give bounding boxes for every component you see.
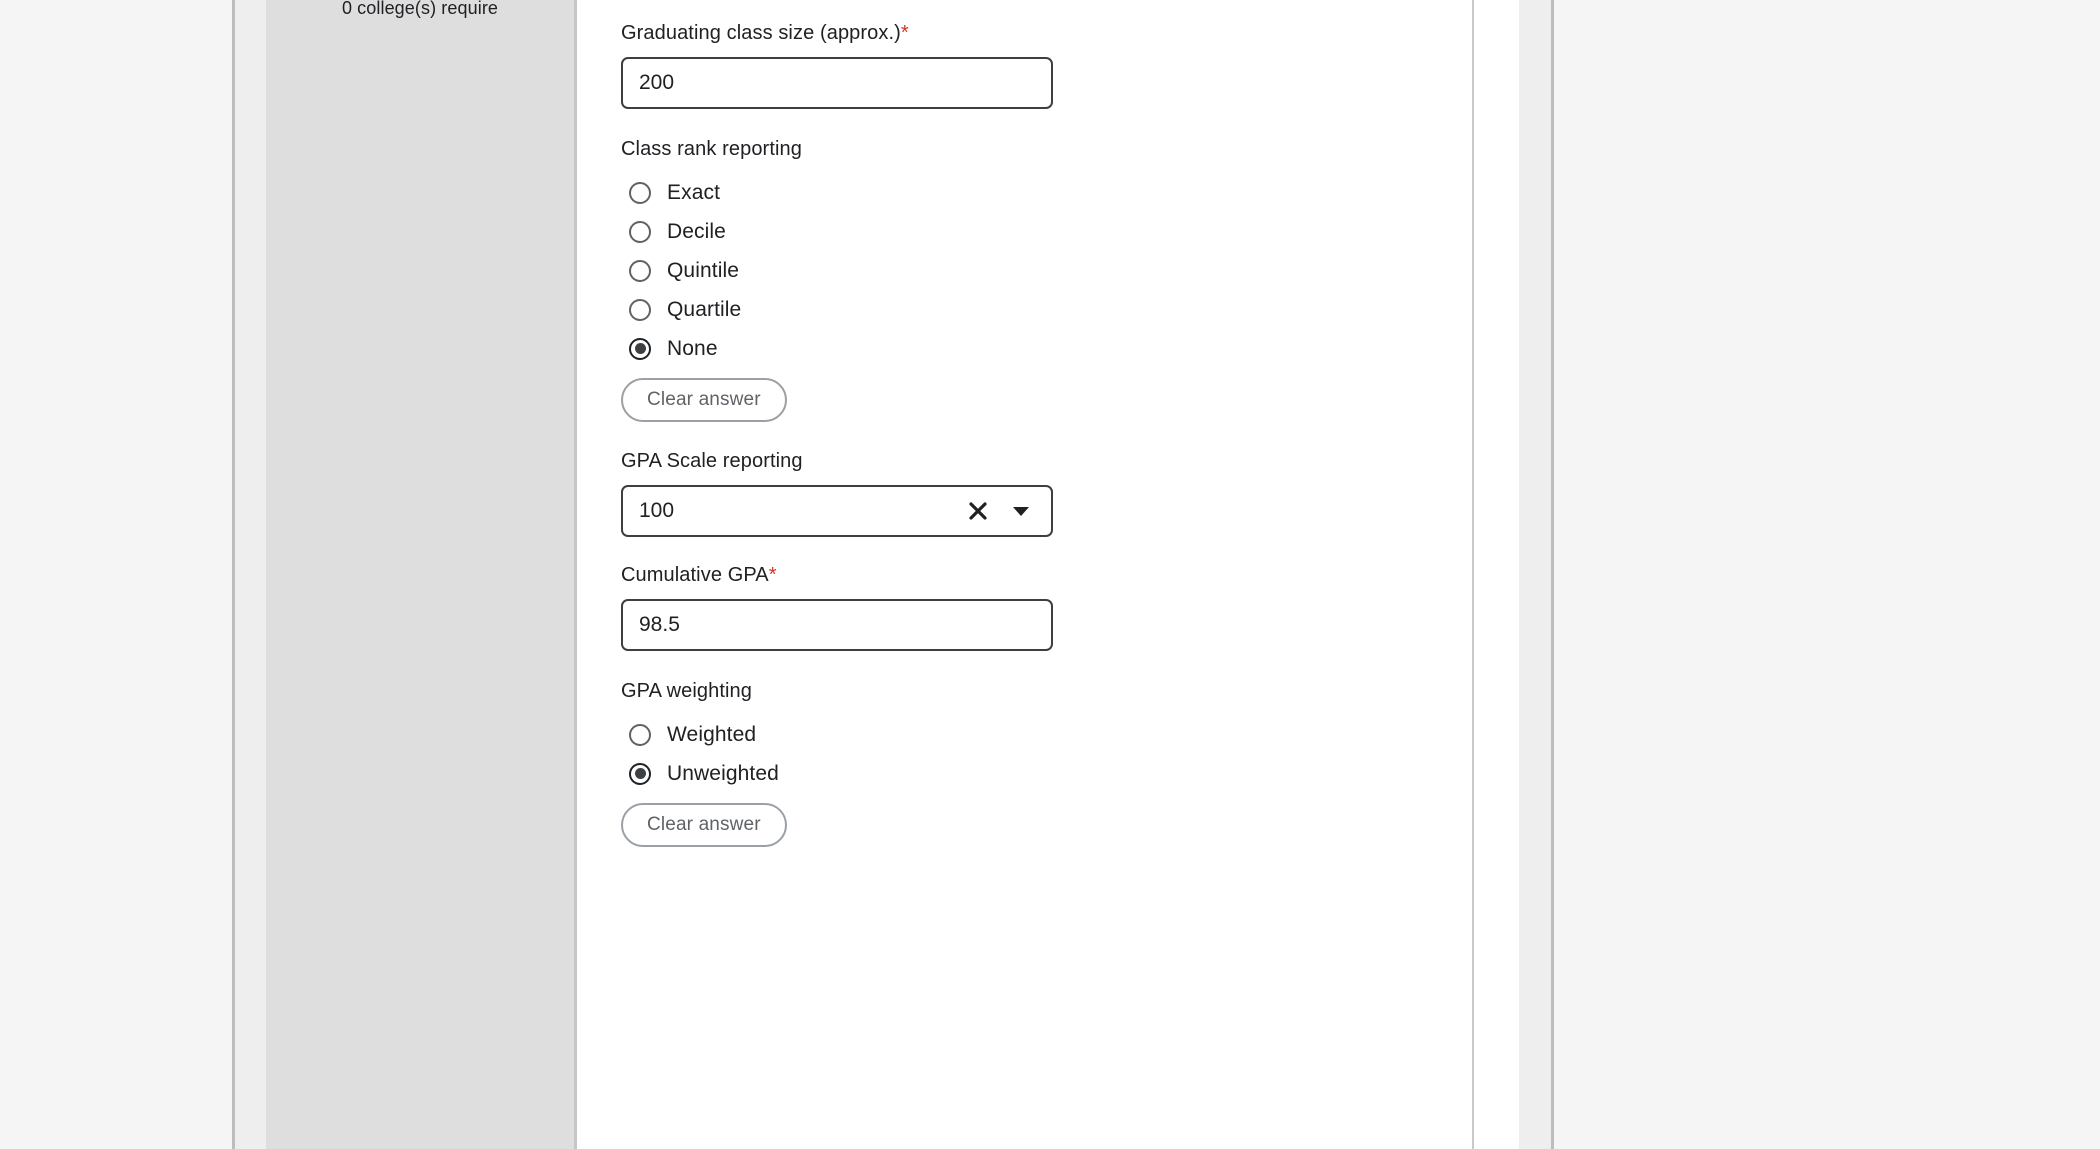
clear-answer-button-class-rank[interactable]: Clear answer (621, 378, 787, 422)
cumulative-gpa-label: Cumulative GPA* (621, 564, 1053, 587)
field-gpa-scale-reporting: GPA Scale reporting 100 (621, 450, 1053, 537)
radio-gpa-weighting-weighted[interactable]: Weighted (621, 715, 787, 754)
radio-label: Quartile (667, 298, 741, 322)
screen-root: 0 college(s) require Graduating class si… (0, 0, 2100, 1149)
radio-circle-icon (629, 182, 651, 204)
page-background-left (0, 0, 232, 1149)
required-asterisk: * (769, 564, 777, 586)
gpa-scale-reporting-select[interactable]: 100 (621, 485, 1053, 537)
radio-gpa-weighting-unweighted[interactable]: Unweighted (621, 754, 787, 793)
radio-class-rank-exact[interactable]: Exact (621, 173, 802, 212)
left-gutter (235, 0, 266, 1149)
gpa-scale-reporting-label: GPA Scale reporting (621, 450, 1053, 473)
form-content: Graduating class size (approx.)* 200 Cla… (577, 0, 1472, 1149)
radio-circle-icon (629, 299, 651, 321)
close-icon[interactable] (963, 496, 993, 526)
field-cumulative-gpa: Cumulative GPA* 98.5 (621, 564, 1053, 651)
graduating-class-size-value: 200 (639, 71, 674, 95)
cumulative-gpa-input[interactable]: 98.5 (621, 599, 1053, 651)
field-class-rank-reporting: Class rank reporting Exact Decile Quinti… (621, 138, 802, 422)
radio-circle-icon (629, 260, 651, 282)
right-white-gutter (1474, 0, 1519, 1149)
graduating-class-size-label-text: Graduating class size (approx.) (621, 22, 901, 44)
radio-label: None (667, 337, 718, 361)
class-rank-reporting-label: Class rank reporting (621, 138, 802, 161)
field-graduating-class-size: Graduating class size (approx.)* 200 (621, 22, 1053, 109)
cumulative-gpa-value: 98.5 (639, 613, 680, 637)
radio-circle-selected-icon (629, 763, 651, 785)
college-requirement-note: 0 college(s) require (266, 0, 574, 19)
radio-circle-icon (629, 724, 651, 746)
radio-label: Quintile (667, 259, 739, 283)
radio-circle-icon (629, 221, 651, 243)
radio-label: Decile (667, 220, 726, 244)
field-gpa-weighting: GPA weighting Weighted Unweighted Clear … (621, 680, 787, 847)
graduating-class-size-label: Graduating class size (approx.)* (621, 22, 1053, 45)
sidebar-panel (266, 0, 574, 1149)
radio-circle-selected-icon (629, 338, 651, 360)
radio-class-rank-quartile[interactable]: Quartile (621, 290, 802, 329)
gpa-scale-reporting-value: 100 (639, 499, 963, 523)
radio-label: Weighted (667, 723, 756, 747)
chevron-down-icon[interactable] (1007, 497, 1035, 525)
radio-label: Exact (667, 181, 720, 205)
cumulative-gpa-label-text: Cumulative GPA (621, 564, 769, 586)
radio-label: Unweighted (667, 762, 779, 786)
page-background-right (1554, 0, 2100, 1149)
gpa-weighting-label: GPA weighting (621, 680, 787, 703)
graduating-class-size-input[interactable]: 200 (621, 57, 1053, 109)
radio-class-rank-decile[interactable]: Decile (621, 212, 802, 251)
radio-class-rank-none[interactable]: None (621, 329, 802, 368)
clear-answer-button-gpa-weighting[interactable]: Clear answer (621, 803, 787, 847)
radio-class-rank-quintile[interactable]: Quintile (621, 251, 802, 290)
right-gray-gutter (1519, 0, 1551, 1149)
required-asterisk: * (901, 22, 909, 44)
